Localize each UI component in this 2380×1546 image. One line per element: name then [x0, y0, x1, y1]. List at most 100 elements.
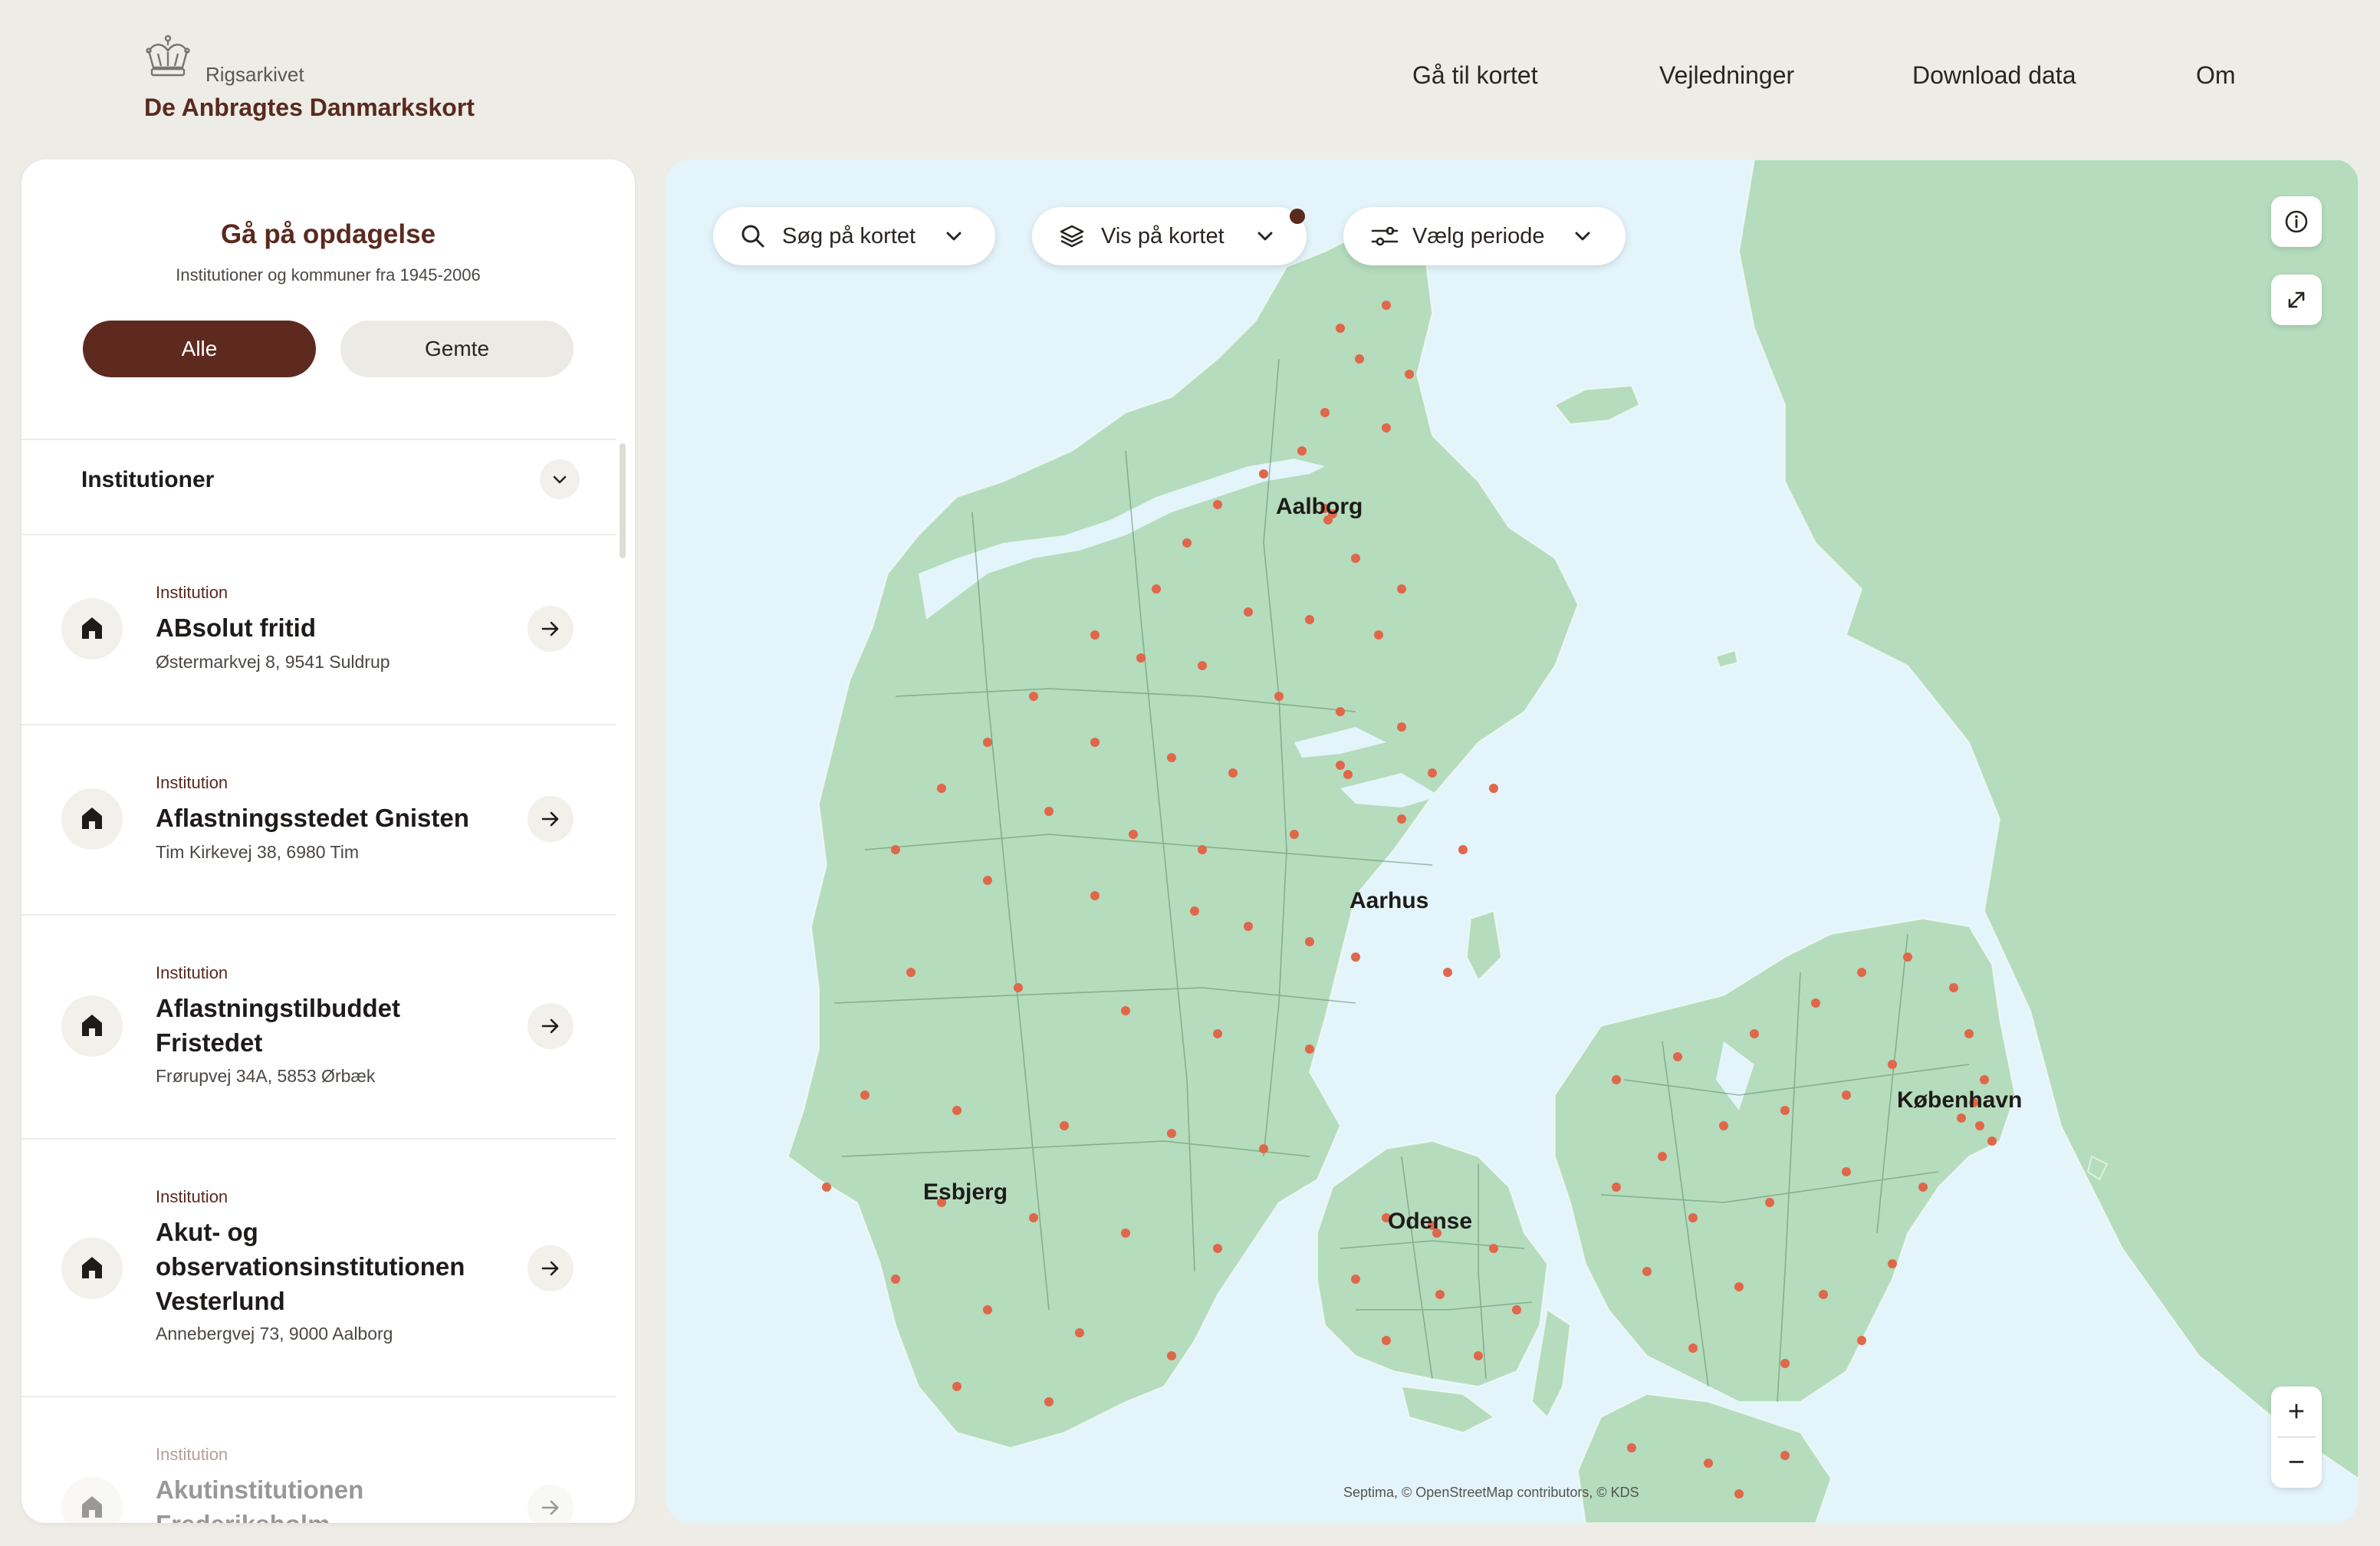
institution-list-item[interactable]: Institution Akutinstitutionen Frederiksh… — [21, 1397, 616, 1523]
institution-marker[interactable] — [1090, 891, 1100, 900]
institution-marker[interactable] — [1060, 1121, 1069, 1130]
arrow-right-icon[interactable] — [528, 796, 574, 842]
institution-marker[interactable] — [1987, 1136, 1997, 1146]
institution-marker[interactable] — [1129, 830, 1138, 839]
institution-marker[interactable] — [1734, 1282, 1744, 1291]
filter-saved-button[interactable]: Gemte — [340, 321, 574, 377]
institution-marker[interactable] — [1658, 1152, 1667, 1161]
institution-marker[interactable] — [1228, 768, 1238, 778]
institution-marker[interactable] — [1305, 615, 1314, 624]
institution-marker[interactable] — [1949, 983, 1958, 992]
institution-marker[interactable] — [1627, 1443, 1636, 1452]
institution-marker[interactable] — [1474, 1351, 1483, 1360]
arrow-right-icon[interactable] — [528, 606, 574, 652]
institution-marker[interactable] — [1819, 1290, 1828, 1299]
institution-marker[interactable] — [1673, 1052, 1682, 1061]
institution-marker[interactable] — [1443, 968, 1452, 977]
institution-marker[interactable] — [1734, 1489, 1744, 1498]
institution-list-item[interactable]: Institution ABsolut fritid Østermarkvej … — [21, 535, 616, 725]
institution-marker[interactable] — [1336, 707, 1345, 716]
institution-marker[interactable] — [1320, 408, 1330, 417]
institution-marker[interactable] — [891, 845, 900, 854]
denmark-map[interactable] — [666, 160, 2359, 1523]
institution-marker[interactable] — [1182, 538, 1192, 548]
institution-marker[interactable] — [952, 1106, 962, 1115]
institution-marker[interactable] — [1351, 554, 1360, 563]
institution-marker[interactable] — [1428, 768, 1437, 778]
institution-marker[interactable] — [1198, 845, 1207, 854]
institution-marker[interactable] — [1355, 354, 1364, 363]
institution-marker[interactable] — [1029, 1213, 1038, 1222]
institution-marker[interactable] — [1351, 1275, 1360, 1284]
map-canvas[interactable]: Søg på kortet Vis på kortet Vælg periode… — [666, 160, 2359, 1523]
institution-marker[interactable] — [1297, 446, 1307, 456]
institution-marker[interactable] — [1014, 983, 1023, 992]
institution-marker[interactable] — [1888, 1060, 1897, 1069]
arrow-right-icon[interactable] — [528, 1485, 574, 1523]
institution-marker[interactable] — [1397, 584, 1406, 594]
institution-marker[interactable] — [1780, 1359, 1790, 1368]
fullscreen-button[interactable] — [2271, 275, 2322, 325]
institution-marker[interactable] — [1090, 738, 1100, 747]
institution-marker[interactable] — [1612, 1075, 1621, 1084]
arrow-right-icon[interactable] — [528, 1003, 574, 1049]
filter-all-button[interactable]: Alle — [83, 321, 316, 377]
institution-marker[interactable] — [1704, 1459, 1713, 1468]
sidebar-scrollbar[interactable] — [620, 443, 626, 558]
institution-marker[interactable] — [1382, 301, 1391, 310]
institution-marker[interactable] — [1765, 1198, 1774, 1207]
institution-marker[interactable] — [1198, 661, 1207, 670]
institution-marker[interactable] — [1780, 1106, 1790, 1115]
institution-marker[interactable] — [1688, 1344, 1698, 1353]
institution-marker[interactable] — [1336, 761, 1345, 770]
institution-marker[interactable] — [1857, 968, 1866, 977]
institution-marker[interactable] — [1152, 584, 1161, 594]
institution-marker[interactable] — [1458, 845, 1468, 854]
institution-marker[interactable] — [1688, 1213, 1698, 1222]
institution-marker[interactable] — [1512, 1305, 1521, 1314]
institution-marker[interactable] — [1213, 1244, 1222, 1253]
institution-marker[interactable] — [1489, 1244, 1498, 1253]
institution-marker[interactable] — [1121, 1006, 1130, 1015]
institution-marker[interactable] — [1842, 1090, 1851, 1100]
nav-guides[interactable]: Vejledninger — [1659, 61, 1794, 90]
info-button[interactable] — [2271, 196, 2322, 247]
institution-list-item[interactable]: Institution Aflastningstilbuddet Fristed… — [21, 916, 616, 1140]
chevron-down-icon[interactable] — [540, 459, 580, 499]
institution-marker[interactable] — [1244, 922, 1253, 931]
institution-list-item[interactable]: Institution Aflastningsstedet Gnisten Ti… — [21, 725, 616, 916]
institution-marker[interactable] — [1903, 952, 1912, 962]
institution-marker[interactable] — [1167, 1351, 1176, 1360]
institution-marker[interactable] — [1382, 1336, 1391, 1345]
institution-marker[interactable] — [1857, 1336, 1866, 1345]
institution-marker[interactable] — [1435, 1290, 1445, 1299]
institution-marker[interactable] — [1044, 807, 1054, 816]
institution-marker[interactable] — [983, 1305, 992, 1314]
nav-about[interactable]: Om — [2196, 61, 2236, 90]
period-dropdown[interactable]: Vælg periode — [1343, 207, 1626, 265]
nav-download-data[interactable]: Download data — [1912, 61, 2076, 90]
nav-go-to-map[interactable]: Gå til kortet — [1412, 61, 1538, 90]
institution-marker[interactable] — [1259, 1144, 1268, 1153]
institution-marker[interactable] — [1336, 324, 1345, 333]
institution-marker[interactable] — [1121, 1229, 1130, 1238]
institution-marker[interactable] — [1075, 1328, 1084, 1337]
institution-marker[interactable] — [1918, 1183, 1928, 1192]
institution-marker[interactable] — [952, 1382, 962, 1391]
institution-marker[interactable] — [1612, 1183, 1621, 1192]
institution-marker[interactable] — [1964, 1029, 1974, 1038]
institution-marker[interactable] — [1305, 1044, 1314, 1054]
institution-marker[interactable] — [937, 784, 946, 793]
institutions-section-toggle[interactable]: Institutioner — [21, 439, 616, 508]
institution-marker[interactable] — [822, 1183, 831, 1192]
institution-marker[interactable] — [1290, 830, 1299, 839]
institution-marker[interactable] — [1167, 1129, 1176, 1138]
institution-marker[interactable] — [1957, 1113, 1966, 1123]
institution-list-item[interactable]: Institution Akut- og observationsinstitu… — [21, 1140, 616, 1397]
institution-marker[interactable] — [1213, 500, 1222, 509]
institution-marker[interactable] — [860, 1090, 869, 1100]
institution-marker[interactable] — [1244, 607, 1253, 617]
institution-marker[interactable] — [1750, 1029, 1759, 1038]
institution-marker[interactable] — [1642, 1267, 1652, 1276]
site-title[interactable]: De Anbragtes Danmarkskort — [144, 94, 475, 122]
